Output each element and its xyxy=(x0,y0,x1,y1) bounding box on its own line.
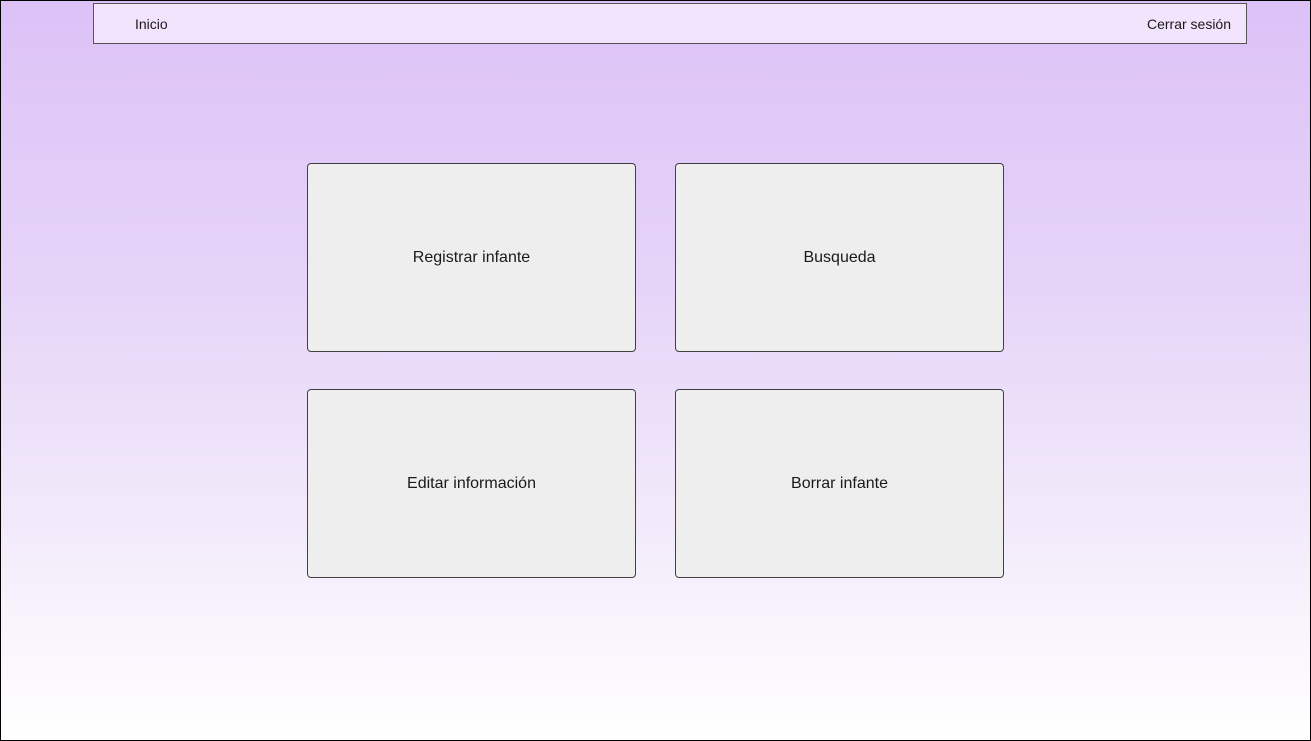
edit-info-label: Editar información xyxy=(407,474,536,492)
search-label: Busqueda xyxy=(803,248,876,266)
register-child-button[interactable]: Registrar infante xyxy=(307,163,636,352)
home-link[interactable]: Inicio xyxy=(135,4,168,43)
logout-link[interactable]: Cerrar sesión xyxy=(1147,4,1231,43)
search-button[interactable]: Busqueda xyxy=(675,163,1004,352)
register-child-label: Registrar infante xyxy=(412,248,531,266)
delete-child-button[interactable]: Borrar infante xyxy=(675,389,1004,578)
edit-info-button[interactable]: Editar información xyxy=(307,389,636,578)
delete-child-label: Borrar infante xyxy=(791,474,888,492)
top-navbar: Inicio Cerrar sesión xyxy=(93,3,1247,44)
app-window: Inicio Cerrar sesión Registrar infante B… xyxy=(0,0,1311,741)
